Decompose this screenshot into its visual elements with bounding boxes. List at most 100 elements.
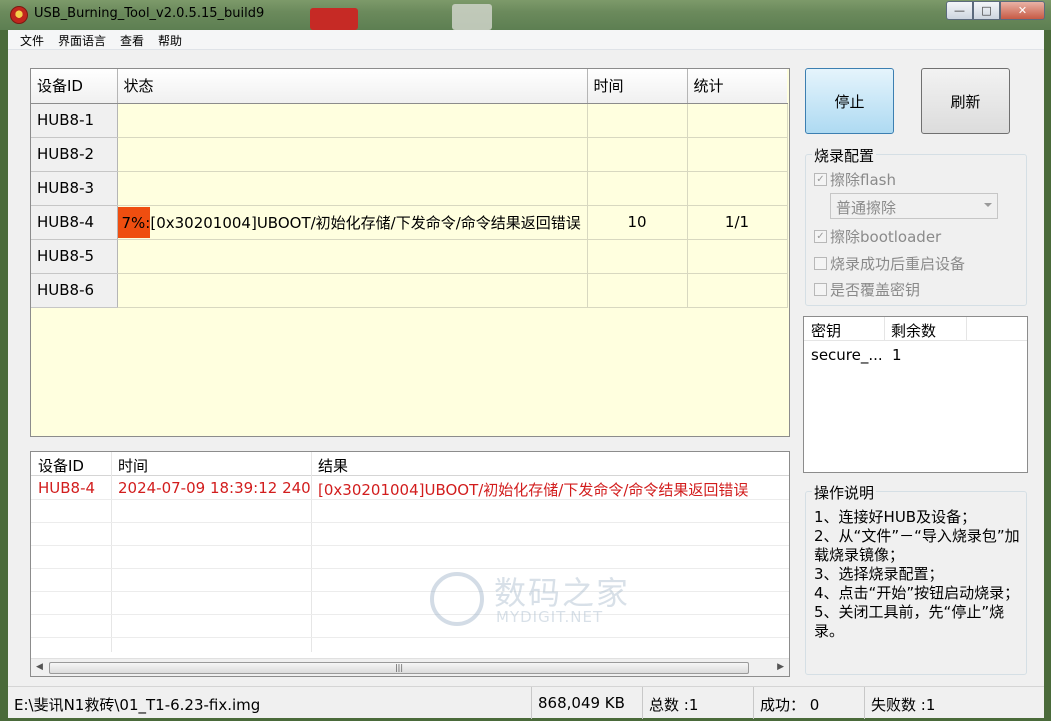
status-message: :[0x30201004]UBOOT/初始化存储/下发命令/命令结果返回错误 [145,213,581,232]
device-row[interactable]: HUB8-5 [31,239,788,274]
log-row[interactable]: HUB8-4 2024-07-09 18:39:12 240 [0x302010… [31,479,789,499]
device-id: HUB8-5 [31,239,118,274]
log-grid[interactable]: 设备ID 时间 结果 HUB8-4 2024-07-09 18:39:12 24… [30,451,790,677]
checkbox-icon [814,257,827,270]
burn-config-group: 烧录配置 ✓ 擦除flash 普通擦除 ✓ 擦除bootloader 烧录成功后… [805,145,1027,306]
device-stats [687,239,788,274]
device-row[interactable]: HUB8-3 [31,171,788,206]
col-time[interactable]: 时间 [587,69,688,104]
device-time [587,171,688,206]
menu-file[interactable]: 文件 [20,32,44,49]
success-count: 成功： 0 [754,687,865,719]
instructions-title: 操作说明 [812,482,877,503]
device-status [117,171,588,206]
app-icon [10,6,28,24]
menu-language[interactable]: 界面语言 [58,32,106,49]
device-row[interactable]: HUB8-1 [31,103,788,138]
erase-flash-label: 擦除flash [830,171,896,189]
window-controls: — □ ✕ [946,1,1045,20]
scroll-right-icon[interactable]: ▶ [777,662,784,672]
device-status [117,239,588,274]
device-id: HUB8-2 [31,137,118,172]
log-col-device-id[interactable]: 设备ID [38,455,84,476]
maximize-icon[interactable]: □ [973,1,1000,20]
erase-flash-checkbox[interactable]: ✓ 擦除flash [814,169,896,190]
horizontal-scrollbar[interactable]: ◀ ||| ▶ [31,658,789,676]
chevron-down-icon [984,203,992,207]
menu-help[interactable]: 帮助 [158,32,182,49]
checkbox-checked-icon: ✓ [814,173,827,186]
device-time [587,103,688,138]
checkbox-checked-icon: ✓ [814,230,827,243]
log-time: 2024-07-09 18:39:12 240 [118,479,311,497]
app-client-area: 文件 界面语言 查看 帮助 设备ID 状态 时间 统计 HUB8-1 HUB8-… [8,30,1044,719]
reboot-after-label: 烧录成功后重启设备 [830,255,966,273]
stop-button[interactable]: 停止 [805,68,894,134]
device-stats [687,103,788,138]
key-row[interactable]: secure_... 1 [804,343,1027,365]
instructions-text: 1、连接好HUB及设备； 2、从“文件”－“导入烧录包”加载烧录镜像； 3、选择… [814,508,1020,640]
erase-bootloader-checkbox[interactable]: ✓ 擦除bootloader [814,226,941,247]
device-status [117,103,588,138]
erase-mode-select[interactable]: 普通擦除 [830,193,998,219]
log-col-result[interactable]: 结果 [318,455,348,476]
reboot-after-checkbox[interactable]: 烧录成功后重启设备 [814,253,965,274]
log-col-time[interactable]: 时间 [118,455,148,476]
progress-percent: 7% [121,213,146,232]
title-bar: USB_Burning_Tool_v2.0.5.15_build9 — □ ✕ [0,0,1051,30]
refresh-button[interactable]: 刷新 [921,68,1010,134]
overwrite-key-checkbox[interactable]: 是否覆盖密钥 [814,279,920,300]
device-row[interactable]: HUB8-4 7%:[0x30201004]UBOOT/初始化存储/下发命令/命… [31,205,788,240]
menu-bar: 文件 界面语言 查看 帮助 [8,30,1044,50]
key-list[interactable]: 密钥 剩余数 secure_... 1 [803,316,1028,473]
failed-count: 失败数 :1 [871,696,936,714]
desktop-background-fragment [310,8,358,30]
log-device-id: HUB8-4 [38,479,96,497]
minimize-icon[interactable]: — [946,1,973,20]
key-name: secure_... [811,346,883,364]
key-list-header: 密钥 剩余数 [804,317,1027,341]
device-status [117,273,588,308]
col-remaining[interactable]: 剩余数 [891,320,936,341]
device-row[interactable]: HUB8-6 [31,273,788,308]
image-size: 868,049 KB [532,687,643,719]
device-status: 7%:[0x30201004]UBOOT/初始化存储/下发命令/命令结果返回错误 [117,205,588,240]
close-icon[interactable]: ✕ [1000,1,1045,20]
device-stats [687,171,788,206]
scrollbar-thumb[interactable]: ||| [49,662,749,674]
scroll-left-icon[interactable]: ◀ [36,662,43,672]
device-id: HUB8-3 [31,171,118,206]
device-id: HUB8-1 [31,103,118,138]
col-stats[interactable]: 统计 [687,69,787,104]
erase-mode-value: 普通擦除 [836,199,897,217]
device-id: HUB8-6 [31,273,118,308]
device-row[interactable]: HUB8-2 [31,137,788,172]
overwrite-key-label: 是否覆盖密钥 [830,281,921,299]
col-status[interactable]: 状态 [117,69,588,104]
col-key[interactable]: 密钥 [811,320,841,341]
device-time [587,239,688,274]
checkbox-icon [814,283,827,296]
image-path: E:\斐讯N1救砖\01_T1-6.23-fix.img [8,687,532,719]
key-remaining: 1 [892,346,902,364]
menu-view[interactable]: 查看 [120,32,144,49]
device-status [117,137,588,172]
col-device-id[interactable]: 设备ID [31,69,118,104]
log-header: 设备ID 时间 结果 [31,452,789,476]
desktop-background-fragment [452,4,492,30]
status-bar: E:\斐讯N1救砖\01_T1-6.23-fix.img 868,049 KB … [8,686,1044,719]
instructions-group: 操作说明 1、连接好HUB及设备； 2、从“文件”－“导入烧录包”加载烧录镜像；… [805,482,1027,675]
total-count: 总数 :1 [643,687,754,719]
device-time: 10 [587,205,688,240]
device-grid[interactable]: 设备ID 状态 时间 统计 HUB8-1 HUB8-2 HUB8-3 HUB8-… [30,68,790,437]
window-title: USB_Burning_Tool_v2.0.5.15_build9 [34,6,265,21]
burn-config-title: 烧录配置 [812,145,877,166]
device-stats: 1/1 [687,205,788,240]
log-result: [0x30201004]UBOOT/初始化存储/下发命令/命令结果返回错误 [318,481,749,499]
device-time [587,137,688,172]
device-time [587,273,688,308]
erase-bootloader-label: 擦除bootloader [830,228,942,246]
device-id: HUB8-4 [31,205,118,240]
device-stats [687,137,788,172]
device-stats [687,273,788,308]
